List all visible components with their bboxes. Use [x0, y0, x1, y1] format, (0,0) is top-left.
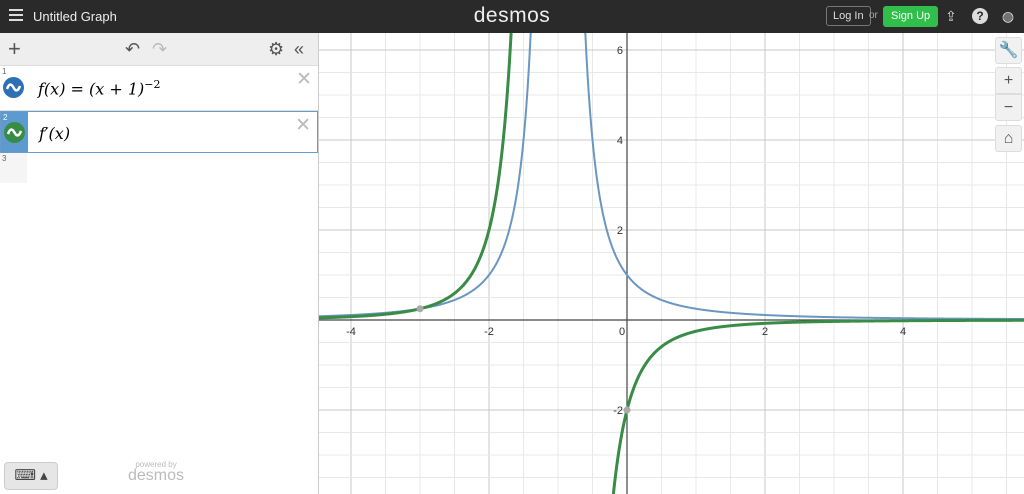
x-tick-label: 4: [900, 326, 906, 338]
home-icon[interactable]: ⌂: [995, 125, 1022, 152]
expression-tab[interactable]: 2: [1, 112, 28, 152]
x-tick-label: -2: [484, 326, 494, 338]
or-text: or: [869, 10, 878, 21]
graph-canvas[interactable]: -4 -2 0 2 4 -2 2 4 6: [319, 33, 1024, 494]
expression-number: 2: [3, 113, 8, 122]
menu-icon[interactable]: [9, 9, 23, 23]
x-tick-label: -4: [346, 326, 356, 338]
keyboard-toggle-button[interactable]: ⌨ ▴: [4, 462, 58, 490]
graph-title[interactable]: Untitled Graph: [33, 9, 117, 24]
expression-row-2[interactable]: 2 f′(x) ✕: [0, 111, 318, 153]
expression-number: 3: [2, 154, 7, 163]
wave-icon[interactable]: [4, 122, 25, 143]
expression-tab[interactable]: 1: [0, 66, 27, 110]
delete-expression-icon[interactable]: ✕: [295, 114, 311, 137]
intersection-point: [623, 406, 631, 414]
zoom-in-button[interactable]: +: [995, 67, 1022, 94]
x-tick-label: 0: [619, 326, 625, 338]
curve-f: [319, 33, 1024, 321]
expression-panel: + ↶ ↷ ⚙ « 1 f(x) = (x + 1)−2 ✕ 2 f′(x) ✕…: [0, 33, 319, 494]
expression-text: f(x) = (x + 1): [38, 79, 145, 99]
curve-derivative: [319, 33, 1024, 494]
expression-toolbar: + ↶ ↷ ⚙ «: [0, 33, 318, 66]
expression-number: 1: [2, 67, 7, 76]
redo-button[interactable]: ↷: [152, 39, 167, 59]
collapse-panel-button[interactable]: «: [294, 39, 304, 59]
zoom-out-button[interactable]: −: [995, 94, 1022, 121]
signup-button[interactable]: Sign Up: [883, 6, 939, 27]
y-tick-label: -2: [613, 405, 623, 417]
share-icon[interactable]: ⇪: [943, 8, 959, 24]
x-tick-label: 2: [762, 326, 768, 338]
login-button[interactable]: Log In: [826, 6, 871, 26]
powered-by-brand: desmos: [128, 467, 185, 484]
intersection-point: [416, 305, 424, 313]
expression-tab: 3: [0, 153, 27, 183]
expression-input[interactable]: f(x) = (x + 1)−2: [38, 78, 161, 98]
add-expression-button[interactable]: +: [8, 38, 21, 60]
delete-expression-icon[interactable]: ✕: [296, 68, 312, 91]
y-tick-label: 6: [617, 45, 623, 57]
help-icon[interactable]: ?: [972, 8, 988, 24]
powered-by-desmos[interactable]: powered by desmos: [128, 460, 185, 484]
exponent: −2: [144, 78, 161, 91]
y-tick-label: 2: [617, 225, 623, 237]
globe-icon[interactable]: ◍: [1000, 8, 1016, 24]
settings-gear-icon[interactable]: ⚙: [268, 39, 284, 59]
graph-settings-wrench-icon[interactable]: 🔧: [995, 37, 1022, 64]
top-bar: Untitled Graph desmos Log In or Sign Up …: [0, 0, 1024, 33]
expression-row-1[interactable]: 1 f(x) = (x + 1)−2 ✕: [0, 66, 318, 111]
wave-icon[interactable]: [3, 77, 24, 98]
expression-row-3[interactable]: 3: [0, 153, 318, 183]
expression-input[interactable]: f′(x): [39, 124, 70, 143]
undo-button[interactable]: ↶: [125, 39, 140, 59]
y-tick-label: 4: [617, 135, 623, 147]
